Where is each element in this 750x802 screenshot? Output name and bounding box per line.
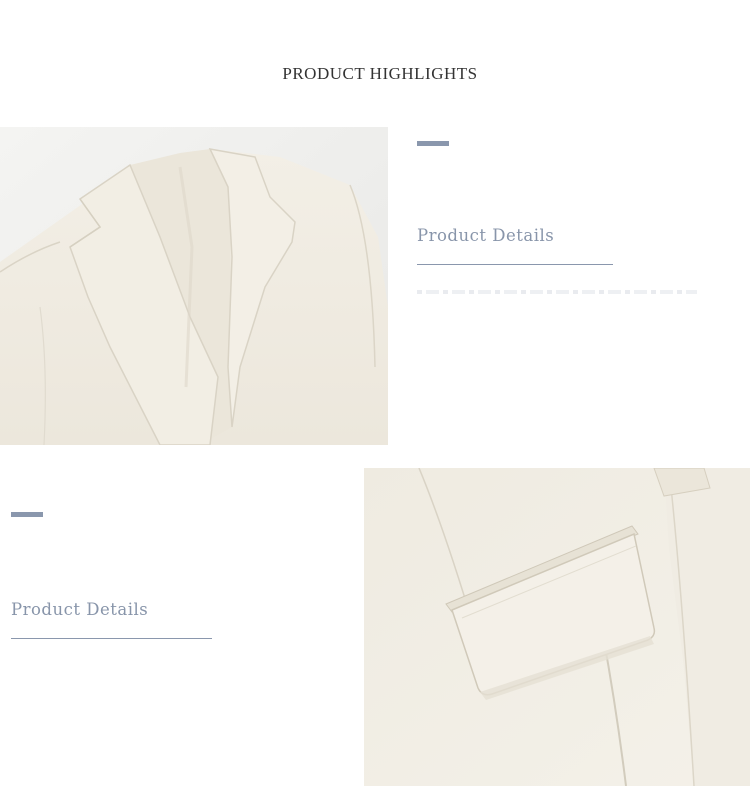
section-1-faint-description: [417, 290, 697, 294]
page-title: PRODUCT HIGHLIGHTS: [282, 64, 478, 83]
section-1-accent-bar: [417, 141, 449, 146]
section-2-accent-bar: [11, 512, 43, 517]
blazer-collar-image: [0, 127, 388, 445]
section-2-underline: [11, 638, 212, 639]
section-1-underline: [417, 264, 613, 265]
blazer-pocket-image: [364, 468, 750, 786]
section-2-heading: Product Details: [11, 600, 149, 619]
section-1-heading: Product Details: [417, 226, 555, 245]
